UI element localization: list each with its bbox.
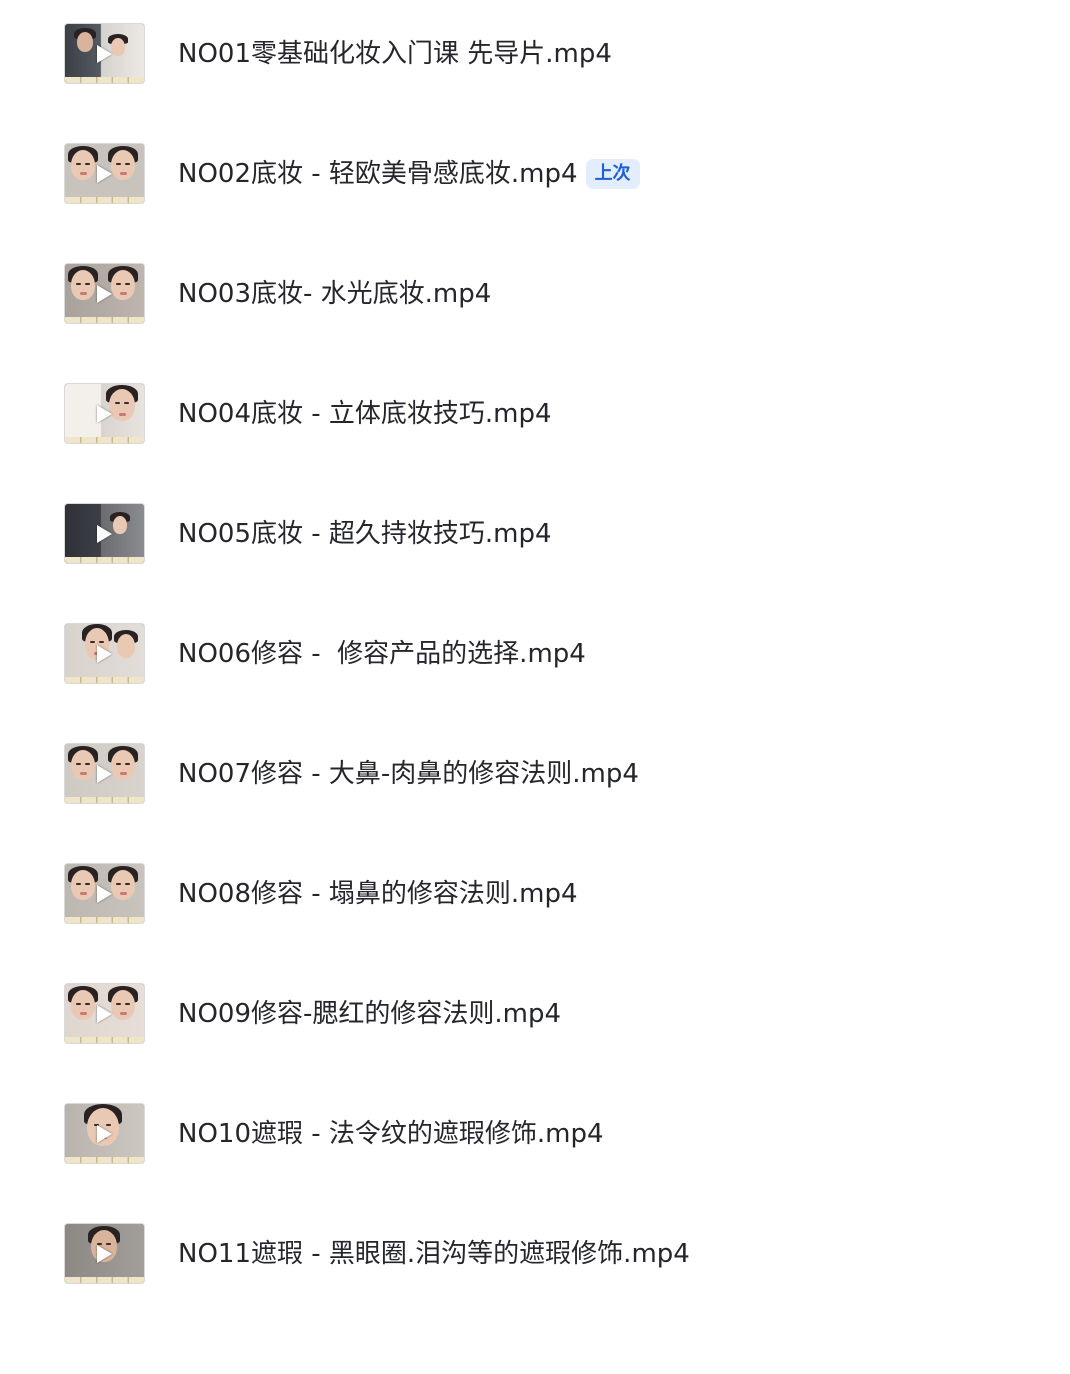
thumbnail-eye [116, 282, 122, 285]
file-name[interactable]: NO05底妆 - 超久持妆技巧.mp4 [178, 514, 552, 554]
thumbnail-eye [84, 882, 90, 885]
play-icon[interactable] [97, 645, 112, 663]
thumbnail-face [111, 38, 125, 56]
play-icon[interactable] [97, 1125, 112, 1143]
file-name[interactable]: NO11遮瑕 - 黑眼圈.泪沟等的遮瑕修饰.mp4 [178, 1234, 690, 1274]
thumbnail-eye [116, 1002, 122, 1005]
video-thumbnail[interactable] [65, 504, 144, 563]
file-list: NO01零基础化妆入门课 先导片.mp4 NO02底妆 - 轻欧美骨感底妆.mp4… [0, 0, 1070, 1292]
video-thumbnail[interactable] [65, 384, 144, 443]
thumbnail-eye [124, 762, 130, 765]
file-name[interactable]: NO01零基础化妆入门课 先导片.mp4 [178, 34, 612, 74]
thumbnail-face [77, 32, 93, 52]
thumbnail-lips [79, 292, 87, 296]
file-name[interactable]: NO02底妆 - 轻欧美骨感底妆.mp4 [178, 154, 578, 194]
thumbnail-eye [84, 162, 90, 165]
video-thumbnail[interactable] [65, 624, 144, 683]
play-icon[interactable] [97, 1005, 112, 1023]
video-thumbnail[interactable] [65, 264, 144, 323]
video-thumbnail[interactable] [65, 24, 144, 83]
thumbnail-lips [79, 772, 87, 776]
thumbnail-face [71, 270, 95, 300]
thumbnail-face [71, 990, 95, 1020]
file-name[interactable]: NO08修容 - 塌鼻的修容法则.mp4 [178, 874, 578, 914]
thumbnail-caption-strip [65, 677, 144, 683]
thumbnail-face [111, 750, 135, 780]
thumbnail-lips [119, 892, 127, 896]
file-name[interactable]: NO04底妆 - 立体底妆技巧.mp4 [178, 394, 552, 434]
thumbnail-lips [79, 172, 87, 176]
file-row[interactable]: NO02底妆 - 轻欧美骨感底妆.mp4 上次 [0, 144, 1070, 294]
play-icon[interactable] [97, 525, 112, 543]
thumbnail-lips [119, 292, 127, 296]
video-thumbnail[interactable] [65, 744, 144, 803]
play-icon[interactable] [97, 885, 112, 903]
thumbnail-caption-strip [65, 1277, 144, 1283]
thumbnail-eye [116, 162, 122, 165]
file-name[interactable]: NO09修容-腮红的修容法则.mp4 [178, 994, 561, 1034]
thumbnail-lips [79, 892, 87, 896]
file-name[interactable]: NO10遮瑕 - 法令纹的遮瑕修饰.mp4 [178, 1114, 604, 1154]
video-thumbnail[interactable] [65, 864, 144, 923]
thumbnail-eye [124, 882, 130, 885]
thumbnail-face [71, 150, 95, 180]
thumbnail-eye [76, 282, 82, 285]
thumbnail-eye [124, 1002, 130, 1005]
thumbnail-face [113, 516, 127, 534]
play-icon[interactable] [97, 765, 112, 783]
thumbnail-caption-strip [65, 557, 144, 563]
thumbnail-caption-strip [65, 1037, 144, 1043]
thumbnail-lips [118, 412, 126, 416]
thumbnail-eye [84, 762, 90, 765]
thumbnail-eye [124, 282, 130, 285]
thumbnail-eye [76, 882, 82, 885]
file-name[interactable]: NO06修容 - 修容产品的选择.mp4 [178, 634, 586, 674]
thumbnail-face [71, 750, 95, 780]
thumbnail-lips [79, 1012, 87, 1016]
play-icon[interactable] [97, 405, 112, 423]
thumbnail-eye [84, 282, 90, 285]
thumbnail-eye [76, 1002, 82, 1005]
thumbnail-caption-strip [65, 1157, 144, 1163]
thumbnail-face [111, 990, 135, 1020]
thumbnail-lips [119, 1012, 127, 1016]
thumbnail-caption-strip [65, 917, 144, 923]
last-viewed-badge: 上次 [585, 159, 640, 189]
file-row[interactable]: NO11遮瑕 - 黑眼圈.泪沟等的遮瑕修饰.mp4 [0, 1224, 1070, 1374]
thumbnail-eye [116, 882, 122, 885]
video-thumbnail[interactable] [65, 1104, 144, 1163]
thumbnail-lips [119, 772, 127, 776]
thumbnail-eye [116, 762, 122, 765]
play-icon[interactable] [97, 285, 112, 303]
thumbnail-caption-strip [65, 317, 144, 323]
thumbnail-caption-strip [65, 197, 144, 203]
video-thumbnail[interactable] [65, 144, 144, 203]
video-thumbnail[interactable] [65, 1224, 144, 1283]
play-icon[interactable] [97, 45, 112, 63]
thumbnail-caption-strip [65, 797, 144, 803]
thumbnail-face [111, 270, 135, 300]
file-name[interactable]: NO03底妆- 水光底妆.mp4 [178, 274, 491, 314]
file-name[interactable]: NO07修容 - 大鼻-肉鼻的修容法则.mp4 [178, 754, 639, 794]
thumbnail-eye [124, 162, 130, 165]
thumbnail-face [109, 389, 135, 421]
thumbnail-face [111, 150, 135, 180]
thumbnail-eye [76, 762, 82, 765]
play-icon[interactable] [97, 165, 112, 183]
thumbnail-eye [84, 1002, 90, 1005]
thumbnail-eye [76, 162, 82, 165]
thumbnail-face [111, 870, 135, 900]
thumbnail-caption-strip [65, 77, 144, 83]
thumbnail-face [117, 634, 135, 658]
thumbnail-caption-strip [65, 437, 144, 443]
video-thumbnail[interactable] [65, 984, 144, 1043]
play-icon[interactable] [97, 1245, 112, 1263]
thumbnail-lips [119, 172, 127, 176]
thumbnail-face [71, 870, 95, 900]
